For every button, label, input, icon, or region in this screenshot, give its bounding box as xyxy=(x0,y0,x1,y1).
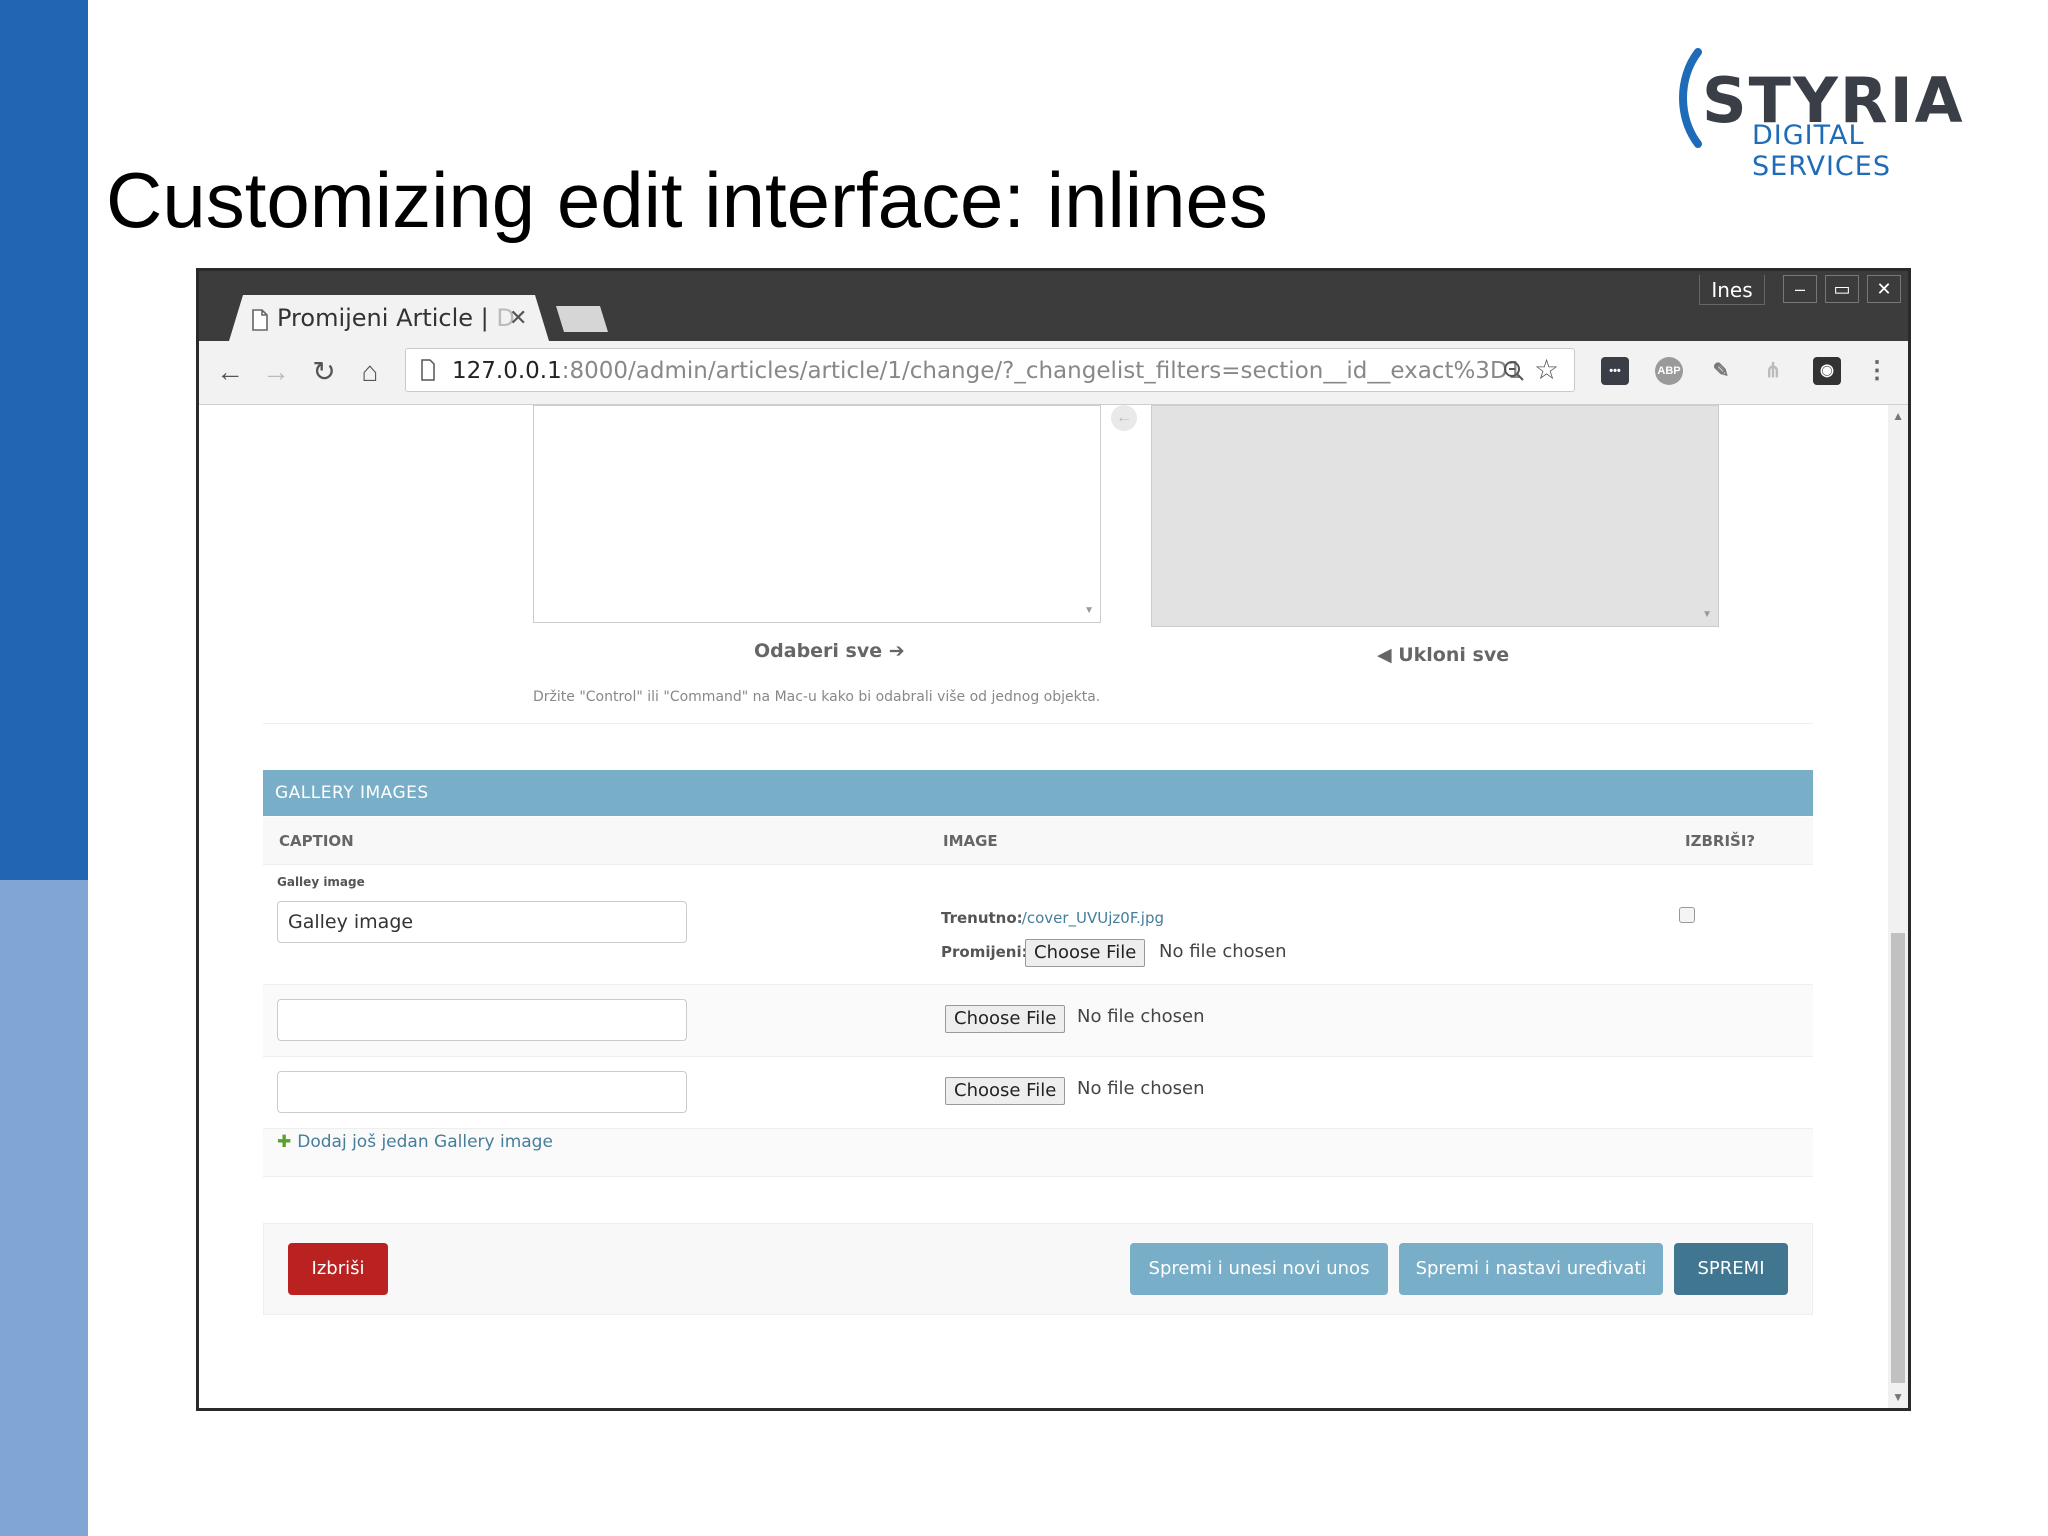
menu-dots-icon[interactable]: ⋮ xyxy=(1863,357,1891,385)
scroll-down-icon[interactable]: ▼ xyxy=(1702,609,1712,620)
column-header-delete: IZBRIŠI? xyxy=(1685,832,1756,850)
inline-group-title: GALLERY IMAGES xyxy=(263,770,1813,816)
help-text: Držite "Control" ili "Command" na Mac-u … xyxy=(533,689,1101,705)
arrow-right-circle-icon: ➔ xyxy=(888,640,905,662)
address-bar[interactable]: 127.0.0.1:8000/admin/articles/article/1/… xyxy=(405,348,1575,392)
bookmark-star-icon[interactable]: ☆ xyxy=(1534,353,1559,386)
page-icon xyxy=(252,309,268,331)
caption-input[interactable] xyxy=(277,999,687,1041)
available-items-list[interactable]: ▼ xyxy=(533,405,1101,623)
current-file-link[interactable]: ./cover_UVUjz0F.jpg xyxy=(1017,909,1164,927)
browser-window: Promijeni Article | D ✕ Ines – ▭ ✕ ← → ↻… xyxy=(196,268,1911,1411)
decorative-bar-light xyxy=(0,880,88,1536)
home-icon[interactable]: ⌂ xyxy=(353,355,387,389)
column-header-caption: CAPTION xyxy=(279,832,354,850)
scrollbar[interactable]: ▲ ▼ xyxy=(1888,405,1908,1408)
scrollbar-thumb[interactable] xyxy=(1891,933,1905,1383)
choose-all-label: Odaberi sve xyxy=(754,640,883,662)
scroll-down-icon[interactable]: ▼ xyxy=(1084,605,1094,616)
save-add-another-button[interactable]: Spremi i unesi novi unos xyxy=(1130,1243,1388,1295)
tab-title: Promijeni Article | D xyxy=(277,304,515,332)
choose-all-link[interactable]: Odaberi sve ➔ xyxy=(754,640,905,662)
arrow-left-circle-icon: ◀ xyxy=(1377,644,1399,666)
caption-input[interactable]: Galley image xyxy=(277,901,687,943)
lightbulb-icon[interactable]: ◉ xyxy=(1813,357,1841,385)
url-path: :8000/admin/articles/article/1/change/?_… xyxy=(561,358,1523,384)
submit-row: Izbriši Spremi i unesi novi unos Spremi … xyxy=(263,1223,1813,1315)
profile-button[interactable]: Ines xyxy=(1699,275,1765,305)
tab-title-text: Promijeni Article | xyxy=(277,304,497,332)
no-file-text: No file chosen xyxy=(1159,941,1287,962)
inline-object-label: Galley image xyxy=(277,875,365,889)
remove-all-link[interactable]: ◀ Ukloni sve xyxy=(1377,644,1509,666)
logo-subtitle: DIGITAL SERVICES xyxy=(1752,120,1891,182)
remove-all-label: Ukloni sve xyxy=(1398,644,1510,666)
table-header xyxy=(263,817,1813,865)
move-left-icon[interactable]: ← xyxy=(1111,405,1137,431)
new-tab-button[interactable] xyxy=(556,306,608,332)
no-file-text: No file chosen xyxy=(1077,1006,1205,1027)
forward-icon[interactable]: → xyxy=(259,355,293,389)
change-file-label: Promijeni: xyxy=(941,943,1028,961)
column-header-image: IMAGE xyxy=(943,832,998,850)
maximize-icon[interactable]: ▭ xyxy=(1825,275,1859,303)
chosen-items-list[interactable]: ▼ xyxy=(1151,405,1719,627)
reload-icon[interactable]: ↻ xyxy=(307,355,341,389)
choose-file-button[interactable]: Choose File xyxy=(945,1005,1066,1033)
pen-icon[interactable]: ✎ xyxy=(1707,357,1735,385)
slide: STYRIA DIGITAL SERVICES Customizing edit… xyxy=(0,0,2048,1536)
scroll-up-icon[interactable]: ▲ xyxy=(1892,409,1904,423)
divider xyxy=(263,723,1813,724)
more-icon[interactable]: ••• xyxy=(1601,357,1629,385)
back-icon[interactable]: ← xyxy=(213,355,247,389)
choose-file-button[interactable]: Choose File xyxy=(1025,939,1146,967)
add-another-label: Dodaj još jedan Gallery image xyxy=(297,1132,553,1152)
add-another-link[interactable]: ✚ Dodaj još jedan Gallery image xyxy=(277,1132,553,1152)
url-text[interactable]: 127.0.0.1:8000/admin/articles/article/1/… xyxy=(452,358,1522,384)
zoom-icon[interactable] xyxy=(1502,359,1526,383)
url-host: 127.0.0.1 xyxy=(452,358,562,384)
caption-input[interactable] xyxy=(277,1071,687,1113)
slide-title: Customizing edit interface: inlines xyxy=(106,156,1268,244)
styria-logo: STYRIA DIGITAL SERVICES xyxy=(1672,48,1992,182)
scroll-down-icon[interactable]: ▼ xyxy=(1892,1390,1904,1404)
close-window-icon[interactable]: ✕ xyxy=(1867,275,1901,303)
page-info-icon[interactable] xyxy=(420,359,436,381)
browser-titlebar: Promijeni Article | D ✕ Ines – ▭ ✕ xyxy=(199,271,1908,341)
plus-icon: ✚ xyxy=(277,1132,292,1152)
page-viewport: ▼ ← ▼ Odaberi sve ➔ ◀ Ukloni sve Držite … xyxy=(199,405,1908,1408)
choose-file-button[interactable]: Choose File xyxy=(945,1077,1066,1105)
save-continue-button[interactable]: Spremi i nastavi uređivati xyxy=(1399,1243,1663,1295)
tab-close-icon[interactable]: ✕ xyxy=(509,305,527,331)
sitemap-icon[interactable]: ⋔ xyxy=(1759,357,1787,385)
minimize-icon[interactable]: – xyxy=(1783,275,1817,303)
save-button[interactable]: SPREMI xyxy=(1674,1243,1788,1295)
delete-checkbox[interactable] xyxy=(1679,907,1695,923)
current-file-label: Trenutno: xyxy=(941,909,1023,927)
browser-toolbar: ← → ↻ ⌂ 127.0.0.1:8000/admin/articles/ar… xyxy=(199,341,1908,405)
decorative-bar-dark xyxy=(0,0,88,880)
no-file-text: No file chosen xyxy=(1077,1078,1205,1099)
adblock-icon[interactable]: ABP xyxy=(1655,357,1683,385)
delete-button[interactable]: Izbriši xyxy=(288,1243,388,1295)
